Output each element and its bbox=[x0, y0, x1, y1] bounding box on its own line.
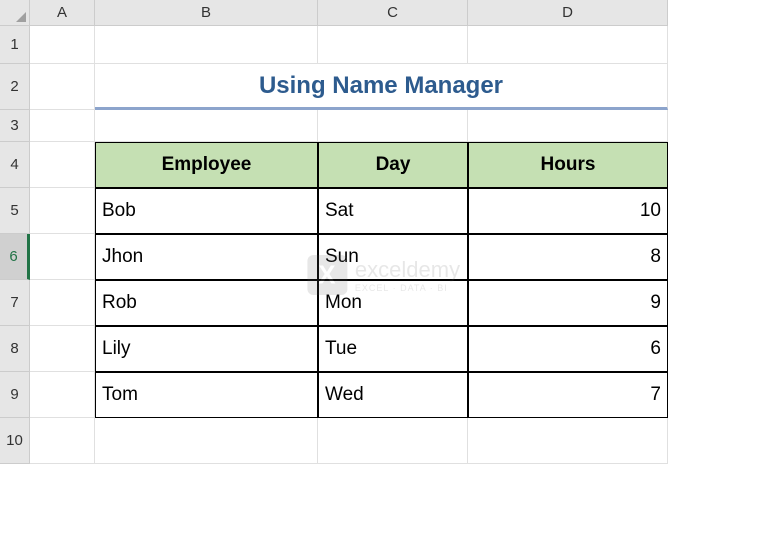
table-header-day[interactable]: Day bbox=[318, 142, 468, 188]
col-header-d[interactable]: D bbox=[468, 0, 668, 26]
row-header-3[interactable]: 3 bbox=[0, 110, 30, 142]
table-row[interactable]: 8 bbox=[468, 234, 668, 280]
cell-b3[interactable] bbox=[95, 110, 318, 142]
row-header-9[interactable]: 9 bbox=[0, 372, 30, 418]
cell-c3[interactable] bbox=[318, 110, 468, 142]
row-header-5[interactable]: 5 bbox=[0, 188, 30, 234]
row-header-4[interactable]: 4 bbox=[0, 142, 30, 188]
table-row[interactable]: Bob bbox=[95, 188, 318, 234]
col-header-a[interactable]: A bbox=[30, 0, 95, 26]
cell-c10[interactable] bbox=[318, 418, 468, 464]
table-row[interactable]: 7 bbox=[468, 372, 668, 418]
cell-a3[interactable] bbox=[30, 110, 95, 142]
row-header-2[interactable]: 2 bbox=[0, 64, 30, 110]
spreadsheet-grid: A B C D 1 2 Using Name Manager 3 4 Emplo… bbox=[0, 0, 767, 464]
cell-a7[interactable] bbox=[30, 280, 95, 326]
row-header-1[interactable]: 1 bbox=[0, 26, 30, 64]
table-row[interactable]: Tom bbox=[95, 372, 318, 418]
table-header-hours[interactable]: Hours bbox=[468, 142, 668, 188]
table-row[interactable]: 10 bbox=[468, 188, 668, 234]
row-header-7[interactable]: 7 bbox=[0, 280, 30, 326]
col-header-c[interactable]: C bbox=[318, 0, 468, 26]
table-row[interactable]: Wed bbox=[318, 372, 468, 418]
cell-a6[interactable] bbox=[30, 234, 95, 280]
cell-a5[interactable] bbox=[30, 188, 95, 234]
row-header-10[interactable]: 10 bbox=[0, 418, 30, 464]
cell-a9[interactable] bbox=[30, 372, 95, 418]
cell-a4[interactable] bbox=[30, 142, 95, 188]
table-row[interactable]: Tue bbox=[318, 326, 468, 372]
cell-a10[interactable] bbox=[30, 418, 95, 464]
row-header-8[interactable]: 8 bbox=[0, 326, 30, 372]
cell-d3[interactable] bbox=[468, 110, 668, 142]
table-row[interactable]: Sun bbox=[318, 234, 468, 280]
row-header-6[interactable]: 6 bbox=[0, 234, 30, 280]
cell-d10[interactable] bbox=[468, 418, 668, 464]
page-title[interactable]: Using Name Manager bbox=[95, 64, 668, 110]
cell-b10[interactable] bbox=[95, 418, 318, 464]
table-row[interactable]: Jhon bbox=[95, 234, 318, 280]
table-row[interactable]: Sat bbox=[318, 188, 468, 234]
table-row[interactable]: Rob bbox=[95, 280, 318, 326]
table-row[interactable]: 6 bbox=[468, 326, 668, 372]
cell-a8[interactable] bbox=[30, 326, 95, 372]
cell-c1[interactable] bbox=[318, 26, 468, 64]
select-all-corner[interactable] bbox=[0, 0, 30, 26]
table-row[interactable]: Lily bbox=[95, 326, 318, 372]
cell-b1[interactable] bbox=[95, 26, 318, 64]
cell-a2[interactable] bbox=[30, 64, 95, 110]
table-row[interactable]: Mon bbox=[318, 280, 468, 326]
cell-d1[interactable] bbox=[468, 26, 668, 64]
table-row[interactable]: 9 bbox=[468, 280, 668, 326]
cell-a1[interactable] bbox=[30, 26, 95, 64]
table-header-employee[interactable]: Employee bbox=[95, 142, 318, 188]
col-header-b[interactable]: B bbox=[95, 0, 318, 26]
